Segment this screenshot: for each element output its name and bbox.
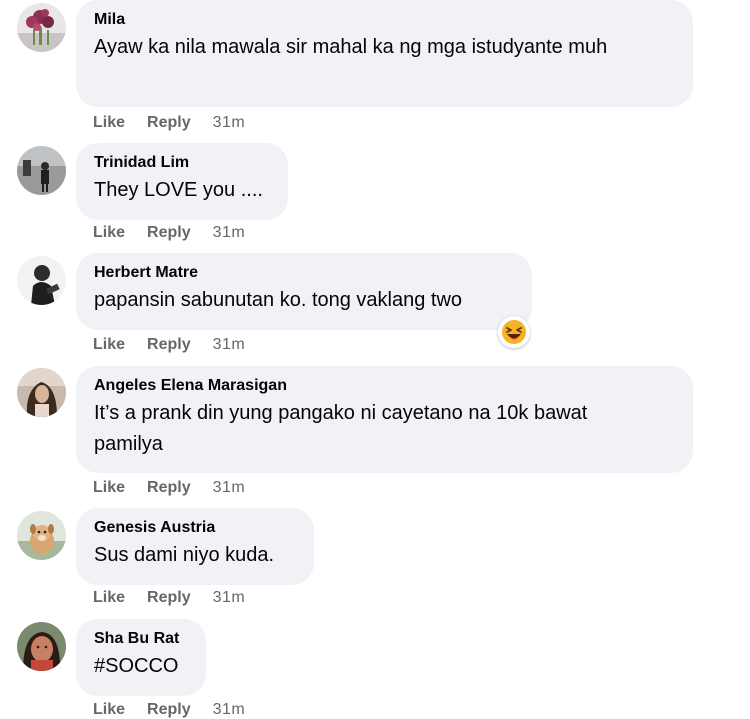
comment-author[interactable]: Genesis Austria: [94, 518, 296, 538]
like-button[interactable]: Like: [93, 479, 125, 496]
comment-actions: Like Reply 31m: [93, 335, 245, 355]
reply-button[interactable]: Reply: [147, 589, 191, 606]
reply-button[interactable]: Reply: [147, 336, 191, 353]
avatar[interactable]: [17, 622, 66, 671]
avatar[interactable]: [17, 146, 66, 195]
comment-bubble: Mila Ayaw ka nila mawala sir mahal ka ng…: [76, 0, 693, 107]
avatar[interactable]: [17, 511, 66, 560]
comment-bubble: Angeles Elena Marasigan It’s a prank din…: [76, 366, 693, 473]
comment-actions: Like Reply 31m: [93, 113, 245, 133]
comment-text: It’s a prank din yung pangako ni cayetan…: [94, 402, 588, 455]
comment-text: #SOCCO: [94, 655, 179, 677]
comment-bubble: Trinidad Lim They LOVE you ....: [76, 143, 288, 220]
avatar[interactable]: [17, 256, 66, 305]
comment-author[interactable]: Mila: [94, 10, 675, 30]
like-button[interactable]: Like: [93, 224, 125, 241]
comment-timestamp[interactable]: 31m: [213, 336, 246, 353]
comment-author[interactable]: Trinidad Lim: [94, 153, 270, 173]
comment-timestamp[interactable]: 31m: [213, 224, 246, 241]
like-button[interactable]: Like: [93, 336, 125, 353]
reply-button[interactable]: Reply: [147, 479, 191, 496]
comment-bubble: Sha Bu Rat #SOCCO: [76, 619, 206, 696]
avatar[interactable]: [17, 3, 66, 52]
comment-actions: Like Reply 31m: [93, 588, 245, 608]
reply-button[interactable]: Reply: [147, 114, 191, 131]
comment-text: papansin sabunutan ko. tong vaklang two: [94, 289, 463, 311]
comment-timestamp[interactable]: 31m: [213, 479, 246, 496]
comment-bubble: Genesis Austria Sus dami niyo kuda.: [76, 508, 314, 585]
like-button[interactable]: Like: [93, 701, 125, 718]
laughing-emoji-icon[interactable]: [498, 316, 530, 348]
comment-author[interactable]: Angeles Elena Marasigan: [94, 376, 675, 396]
like-button[interactable]: Like: [93, 589, 125, 606]
comment-text: Sus dami niyo kuda.: [94, 544, 275, 566]
comment-text: Ayaw ka nila mawala sir mahal ka ng mga …: [94, 36, 608, 58]
comment-text: They LOVE you ....: [94, 179, 263, 201]
reply-button[interactable]: Reply: [147, 701, 191, 718]
comment-actions: Like Reply 31m: [93, 700, 245, 719]
comment-actions: Like Reply 31m: [93, 223, 245, 243]
comment-bubble: Herbert Matre papansin sabunutan ko. ton…: [76, 253, 532, 330]
comment-author[interactable]: Sha Bu Rat: [94, 629, 188, 649]
comment-timestamp[interactable]: 31m: [213, 114, 246, 131]
like-button[interactable]: Like: [93, 114, 125, 131]
avatar[interactable]: [17, 368, 66, 417]
comment-timestamp[interactable]: 31m: [213, 589, 246, 606]
comment-actions: Like Reply 31m: [93, 478, 245, 498]
comment-author[interactable]: Herbert Matre: [94, 263, 514, 283]
comment-timestamp[interactable]: 31m: [213, 701, 246, 718]
comment-thread: Mila Ayaw ka nila mawala sir mahal ka ng…: [0, 0, 750, 719]
reply-button[interactable]: Reply: [147, 224, 191, 241]
